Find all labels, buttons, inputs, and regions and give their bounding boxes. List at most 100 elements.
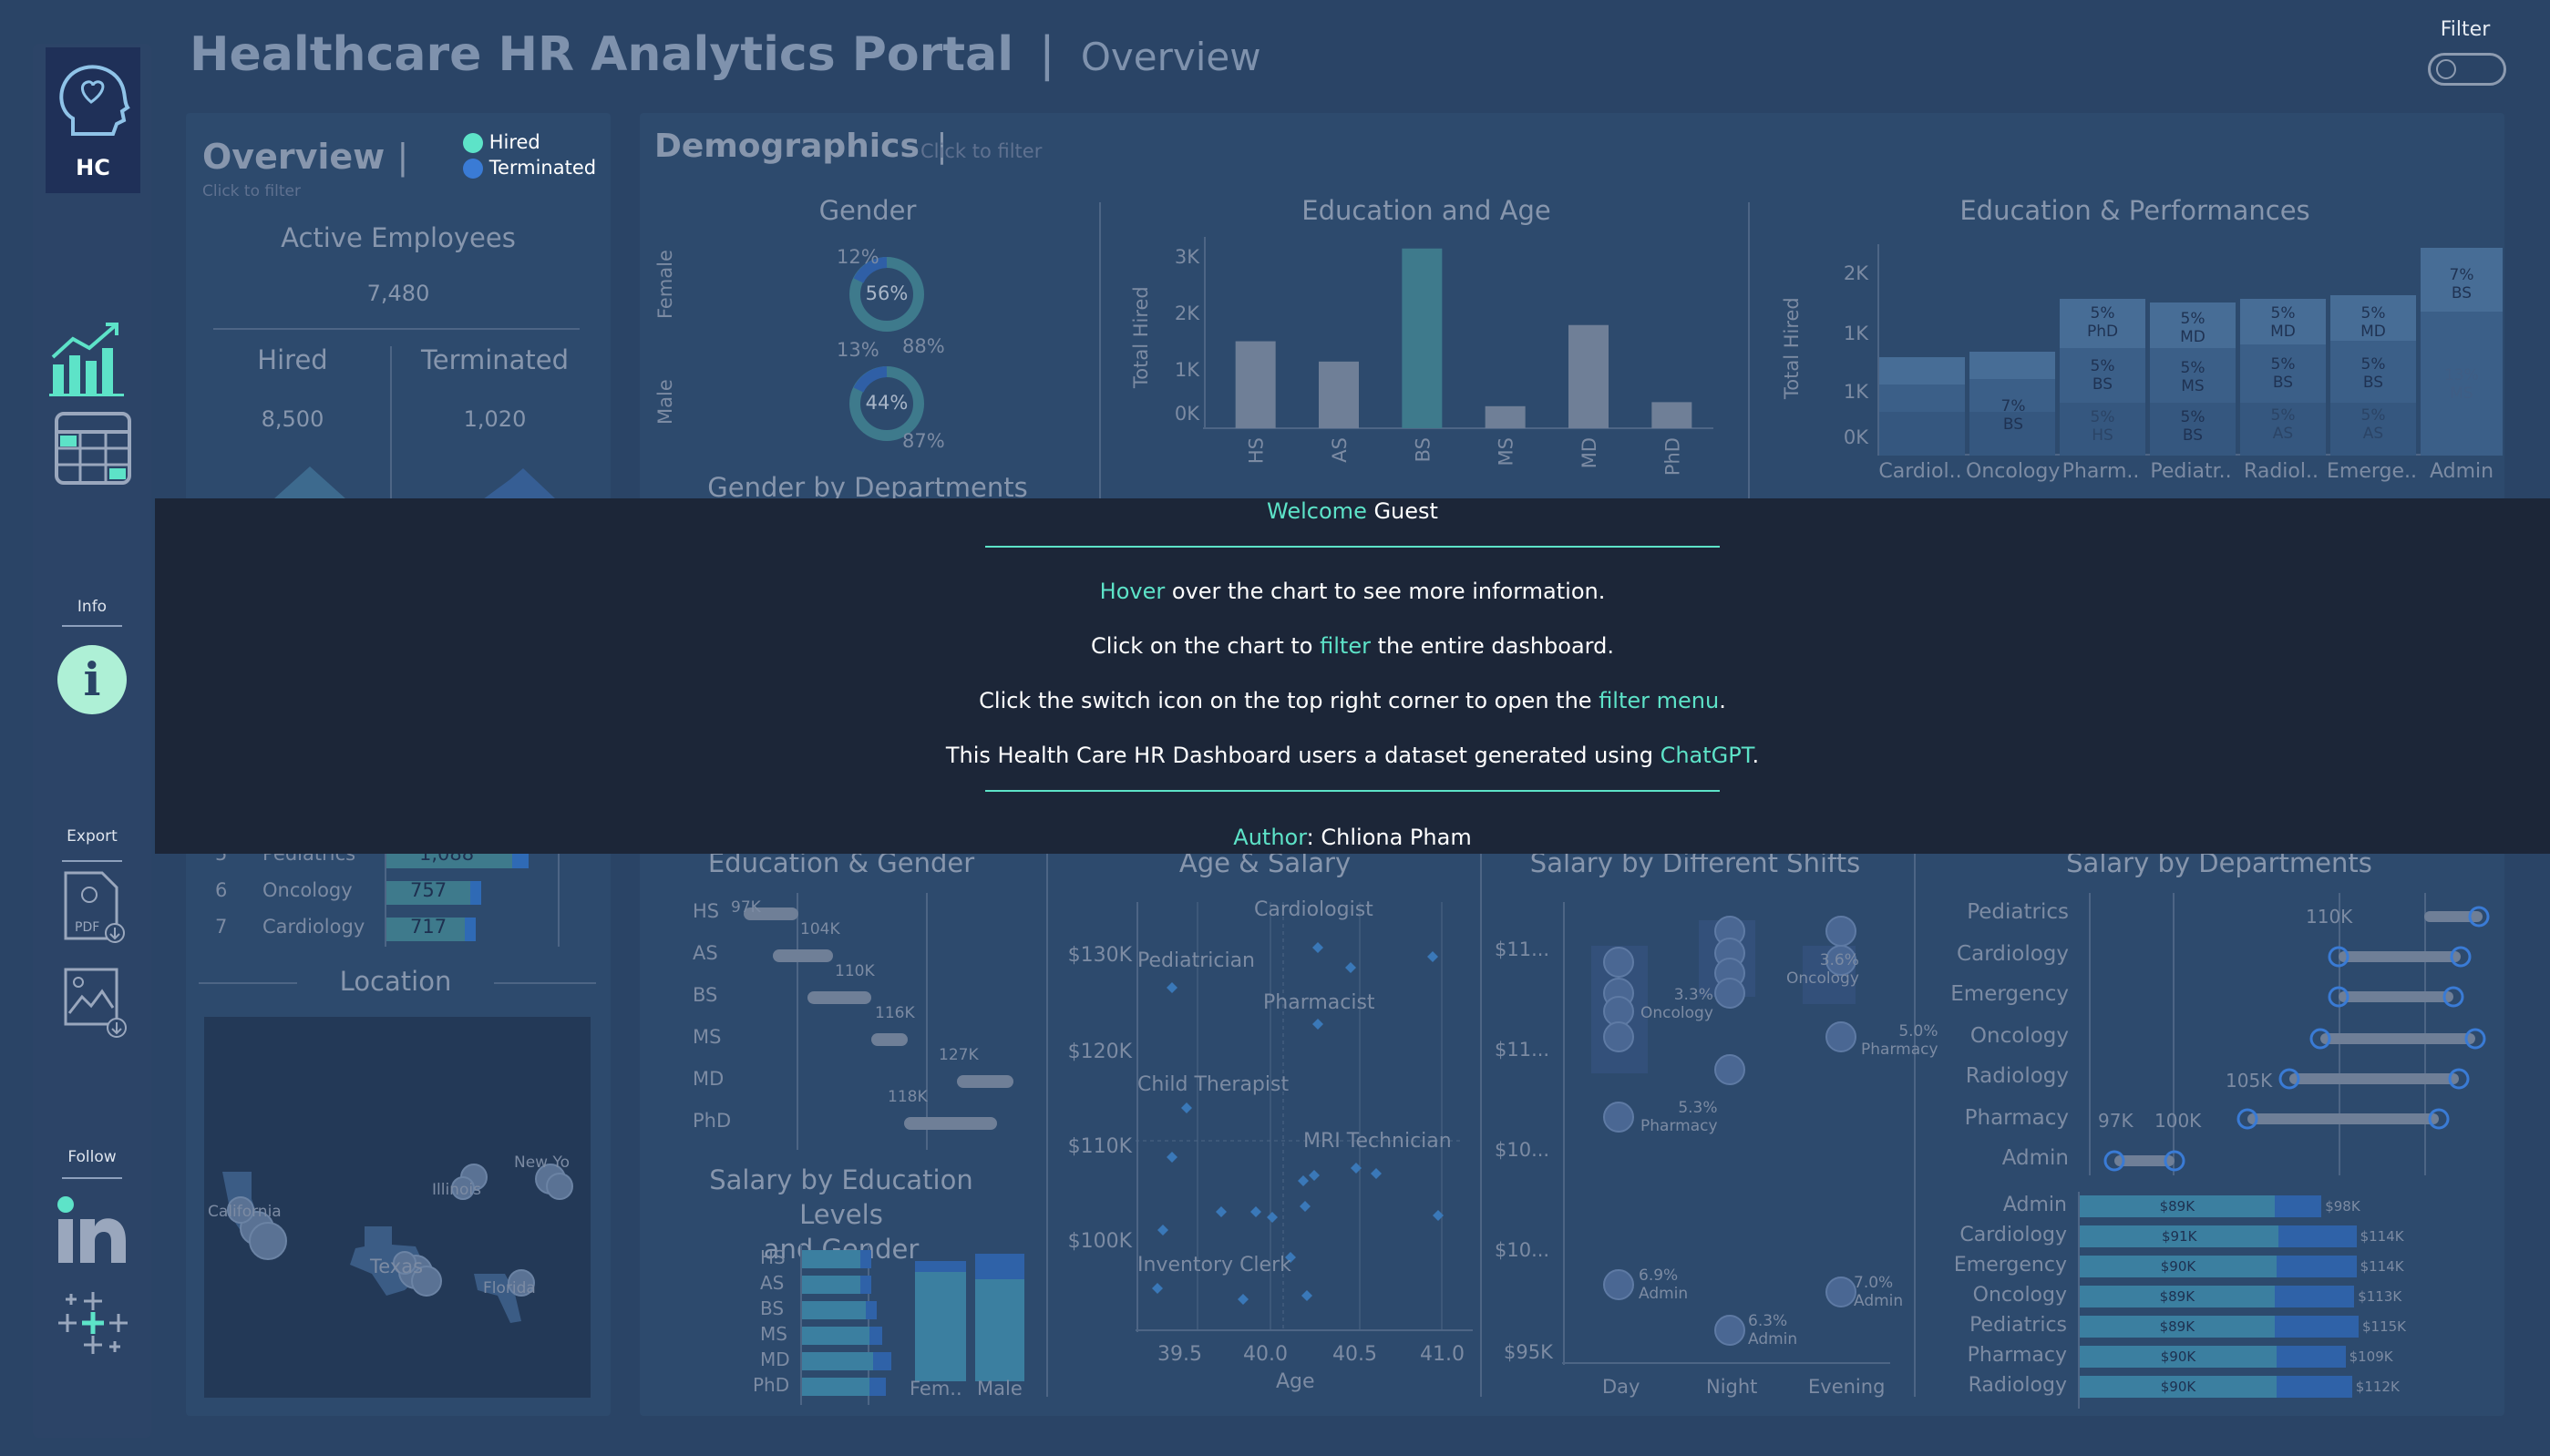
sal-dept-row[interactable]: Pediatrics xyxy=(1941,900,2069,924)
sal-bar-male xyxy=(2274,1286,2355,1307)
sal-dept-row[interactable]: Admin xyxy=(1941,1146,2069,1170)
sal-bar-row[interactable]: Emergency $90K $114K xyxy=(1941,1254,2506,1279)
edu-perf-ytick: 1K xyxy=(1843,323,1868,344)
bar-md[interactable] xyxy=(1568,324,1609,428)
linkedin-icon[interactable] xyxy=(57,1194,129,1266)
sal-bar-label: Cardiology xyxy=(1959,1224,2067,1246)
sal-bar-male-label: $112K xyxy=(2355,1379,2400,1395)
sal-bar-female: $90K xyxy=(2080,1346,2277,1368)
table-icon[interactable] xyxy=(55,412,131,485)
sal-bar-female: $89K xyxy=(2080,1286,2275,1307)
image-export-icon[interactable] xyxy=(62,966,131,1039)
sal-bar-female-label: $90K xyxy=(2160,1379,2196,1395)
sal-dept-bars[interactable]: Admin $89K $98K Cardiology $91K $114K Emergenc… xyxy=(1941,1194,2506,1412)
shift-label: 5.0% Pharmacy xyxy=(1861,1022,1938,1059)
sal-bar-row[interactable]: Pharmacy $90K $109K xyxy=(1941,1344,2506,1369)
perf-label: 13% MS xyxy=(2444,366,2479,403)
sal-bar-row[interactable]: Admin $89K $98K xyxy=(1941,1194,2506,1219)
tableau-icon[interactable] xyxy=(57,1287,129,1359)
app-logo[interactable]: HC xyxy=(46,47,140,193)
location-line-right xyxy=(494,982,596,984)
edu-perf-ytick: 2K xyxy=(1843,262,1868,284)
salary-edu-chart[interactable]: HS AS BS MS MD PhD Fem.. Male xyxy=(747,1245,1030,1405)
scatter-label: Pharmacist xyxy=(1263,991,1375,1014)
map-label-new-york: New Yo xyxy=(514,1154,571,1172)
edu-gender-row[interactable]: BS 110K xyxy=(693,962,1021,1011)
shift-label: 3.6% Oncology xyxy=(1786,951,1859,988)
edu-gender-row[interactable]: MD 127K xyxy=(693,1046,1021,1095)
perf-label: 5% BS xyxy=(2270,355,2296,392)
pdf-export-icon[interactable]: PDF xyxy=(62,871,128,944)
location-map[interactable]: California Texas Illinois New Yo Florida xyxy=(204,1017,591,1398)
sal-bar-row[interactable]: Oncology $89K $113K xyxy=(1941,1284,2506,1309)
gender-female-center: 56% xyxy=(865,282,909,304)
perf-label: 7% BS xyxy=(2000,397,2026,434)
perf-label: 5% MS xyxy=(2180,359,2206,395)
sal-bar-female-label: $90K xyxy=(2160,1258,2196,1275)
edu-perf-ytick: 1K xyxy=(1843,381,1868,403)
chart-icon[interactable] xyxy=(47,317,128,397)
perf-label: 5% BS xyxy=(2090,357,2115,394)
edu-age-ytick: 3K xyxy=(1174,246,1199,268)
sal-dept-row[interactable]: Pharmacy xyxy=(1941,1106,2069,1130)
gender-by-dept-title: Gender by Departments xyxy=(707,472,1028,498)
shift-label: 5.3% Pharmacy xyxy=(1640,1099,1718,1135)
age-salary-xlabel: Age xyxy=(1276,1370,1315,1393)
hover-line: Hover over the chart to see more informa… xyxy=(1099,579,1606,604)
svg-text:PDF: PDF xyxy=(75,920,99,935)
dept-row[interactable]: 7 Cardiology 717 xyxy=(211,916,603,941)
welcome-overlay[interactable]: Welcome Guest Hover over the chart to se… xyxy=(155,498,2550,854)
filter-toggle[interactable] xyxy=(2428,53,2506,86)
age-salary-ytick: $120K xyxy=(1067,1041,1132,1063)
legend-terminated[interactable]: Terminated xyxy=(463,157,596,179)
bar-ms[interactable] xyxy=(1485,405,1526,428)
scatter-label: Cardiologist xyxy=(1254,898,1373,921)
page-subtitle: Overview xyxy=(1080,35,1261,79)
sal-dept-row[interactable]: Emergency xyxy=(1941,982,2069,1006)
sal-dept-row[interactable]: Cardiology xyxy=(1941,942,2069,966)
x-tick-label: HS xyxy=(1246,437,1268,464)
legend-hired[interactable]: Hired xyxy=(463,131,540,153)
perf-label: 5% HS xyxy=(2090,408,2115,445)
bar-hs[interactable] xyxy=(1235,341,1276,428)
edu-age-ylabel: Total Hired xyxy=(1130,286,1152,388)
legend-dot-terminated xyxy=(463,159,483,179)
bar-phd[interactable] xyxy=(1651,402,1692,428)
scatter-label: Child Therapist xyxy=(1137,1073,1290,1096)
info-icon[interactable]: i xyxy=(57,645,127,714)
bar-bs[interactable] xyxy=(1402,248,1443,428)
scatter-label: Inventory Clerk xyxy=(1137,1254,1291,1277)
edu-age-ytick: 0K xyxy=(1174,403,1199,425)
scatter-label: Pediatrician xyxy=(1137,949,1255,972)
panel-divider xyxy=(1099,202,1101,498)
age-salary-xtick: 41.0 xyxy=(1420,1343,1465,1366)
shifts-xtick: Day xyxy=(1602,1376,1640,1398)
sal-bar-male xyxy=(2278,1225,2357,1247)
perf-label: 5% PhD xyxy=(2086,304,2119,341)
info-label: Info xyxy=(77,598,108,616)
map-label-texas: Texas xyxy=(370,1256,424,1277)
bar-as[interactable] xyxy=(1319,361,1359,428)
map-label-florida: Florida xyxy=(483,1279,536,1297)
sal-dept-dumbbell[interactable] xyxy=(2087,893,2506,1175)
perf-label: 5% MD xyxy=(2360,304,2386,341)
edu-gender-row[interactable]: PhD 118K xyxy=(693,1088,1021,1137)
active-employees-label: Active Employees xyxy=(281,222,516,253)
sal-bar-row[interactable]: Cardiology $91K $114K xyxy=(1941,1224,2506,1249)
sal-dept-label: 97K xyxy=(2098,1110,2134,1132)
edu-gender-row[interactable]: HS 97K xyxy=(693,898,1021,928)
panel-divider xyxy=(1480,854,1482,1397)
terminated-value: 1,020 xyxy=(463,406,527,432)
edu-age-chart[interactable]: HS AS BS MS MD PhD xyxy=(1203,237,1732,498)
scatter-label: MRI Technician xyxy=(1303,1130,1452,1153)
sal-dept-row[interactable]: Radiology xyxy=(1941,1064,2069,1088)
perf-label: 5% AS xyxy=(2270,406,2296,443)
sal-dept-row[interactable]: Oncology xyxy=(1941,1024,2069,1048)
sal-bar-row[interactable]: Radiology $90K $112K xyxy=(1941,1374,2506,1400)
shift-label: 6.9% Admin xyxy=(1639,1266,1689,1303)
sal-bar-row[interactable]: Pediatrics $89K $115K xyxy=(1941,1314,2506,1339)
range-bar xyxy=(871,1033,908,1046)
dept-row[interactable]: 6 Oncology 757 xyxy=(211,879,603,905)
sal-bar-male-label: $109K xyxy=(2349,1348,2393,1365)
active-employees-value: 7,480 xyxy=(366,281,430,306)
